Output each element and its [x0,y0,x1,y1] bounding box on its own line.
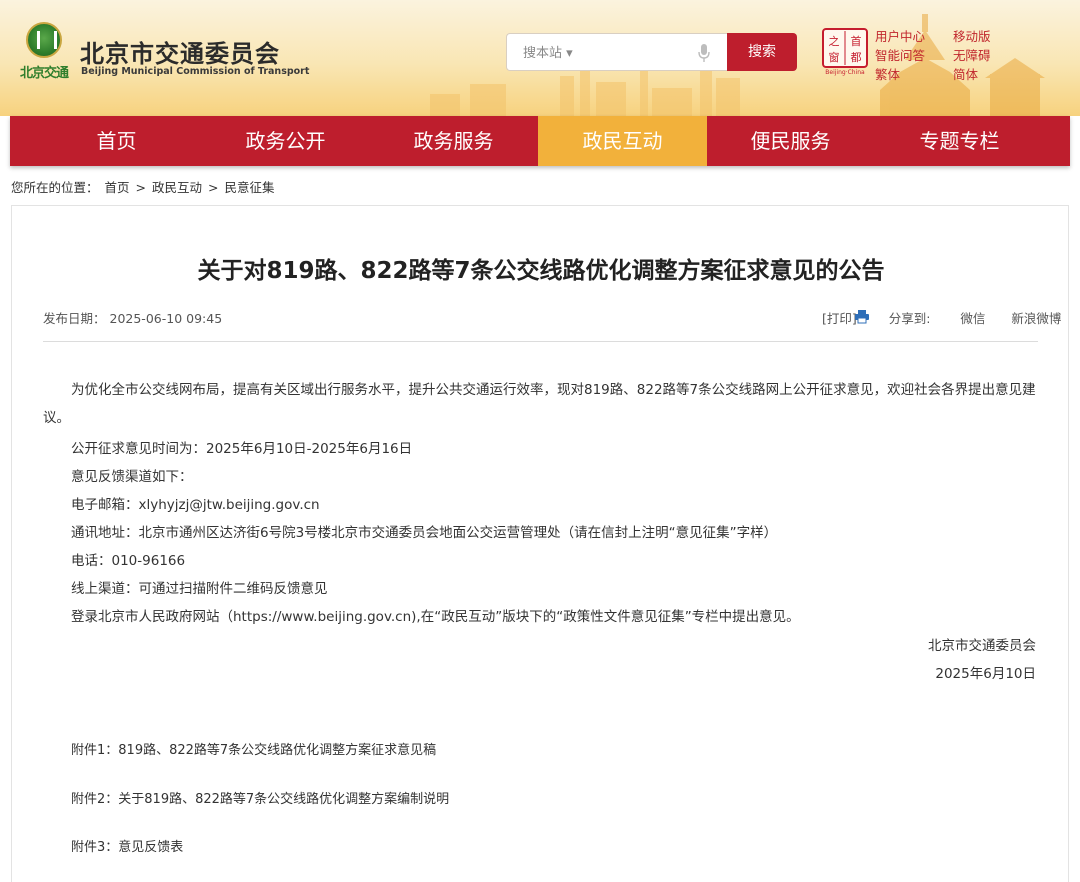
nav-home[interactable]: 首页 [32,116,201,166]
article-paragraph: 为优化全市公交线网布局，提高有关区域出行服务水平，提升公共交通运行效率，现对81… [43,382,1036,426]
feedback-phone: 电话：010-96166 [71,553,186,569]
print-link[interactable]: [打印] [822,311,857,326]
capital-logo-sub: Beijing·China [825,69,865,76]
breadcrumb-interaction[interactable]: 政民互动 [152,180,202,195]
site-header: 北京交通 北京市交通委员会 Beijing Municipal Commissi… [0,0,1080,116]
share-weibo-link[interactable]: 新浪微博 [1011,311,1061,326]
feedback-website: 登录北京市人民政府网站（https://www.beijing.gov.cn),… [71,609,800,625]
comment-period: 公开征求意见时间为：2025年6月10日-2025年6月16日 [71,441,413,457]
publish-date: 发布日期： 2025-06-10 09:45 [43,308,222,327]
capital-char-2: 首 [851,34,862,48]
share-label: 分享到: [888,311,931,326]
attachment-link-3[interactable]: 附件3：意见反馈表 [71,836,183,855]
share-wechat-link[interactable]: 微信 [960,311,985,326]
capital-char-4: 都 [851,51,862,64]
breadcrumb-separator: > [135,180,146,195]
microphone-icon[interactable] [698,43,710,63]
attachment-link-1[interactable]: 附件1：819路、822路等7条公交线路优化调整方案征求意见稿 [71,739,436,758]
simplified-chinese-link[interactable]: 简体 [953,64,978,83]
nav-government-services[interactable]: 政务服务 [369,116,538,166]
attachment-link-2[interactable]: 附件2：关于819路、822路等7条公交线路优化调整方案编制说明 [71,788,449,807]
logo-text: 北京交通 [19,66,69,81]
capital-char-3: 窗 [829,50,840,64]
breadcrumb-home[interactable]: 首页 [105,180,130,195]
signature-date: 2025年6月10日 [935,666,1036,682]
capital-char-1: 之 [829,34,840,48]
capital-window-icon: 之 首 窗 都 [822,28,868,68]
printer-icon[interactable] [854,309,870,324]
nav-public-interaction[interactable]: 政民互动 [538,116,707,166]
breadcrumb-separator: > [207,180,219,195]
org-name-cn: 北京市交通委员会 [80,40,280,68]
feedback-email: 电子邮箱：xlyhyjzj@jtw.beijing.gov.cn [71,497,320,513]
publish-date-value: 2025-06-10 09:45 [109,311,223,326]
signature-org: 北京市交通委员会 [928,638,1036,654]
nav-government-affairs[interactable]: 政务公开 [201,116,370,166]
publish-date-label: 发布日期： [43,311,106,326]
divider [43,341,1038,342]
nav-special-topics[interactable]: 专题专栏 [875,116,1044,166]
org-name-en: Beijing Municipal Commission of Transpor… [81,66,310,77]
capital-window-logo[interactable]: 之 首 窗 都 Beijing·China [822,28,868,76]
article-panel: 关于对819路、822路等7条公交线路优化调整方案征求意见的公告 发布日期： 2… [11,205,1069,882]
smart-qa-link[interactable]: 智能问答 [875,45,925,64]
breadcrumb: 您所在的位置： 首页 > 政民互动 > 民意征集 [11,177,276,196]
feedback-address: 通讯地址：北京市通州区达济街6号院3号楼北京市交通委员会地面公交运营管理处（请在… [71,525,778,541]
feedback-channels-heading: 意见反馈渠道如下： [71,469,193,485]
mobile-version-link[interactable]: 移动版 [953,26,991,45]
main-nav: 首页 政务公开 政务服务 政民互动 便民服务 专题专栏 [10,116,1070,166]
traditional-chinese-link[interactable]: 繁体 [875,64,900,83]
search-button[interactable]: 搜索 [727,33,797,71]
accessibility-link[interactable]: 无障碍 [953,45,991,64]
breadcrumb-opinion-collection[interactable]: 民意征集 [224,180,274,195]
breadcrumb-prefix: 您所在的位置： [11,180,99,195]
feedback-online: 线上渠道：可通过扫描附件二维码反馈意见 [71,581,328,597]
transport-emblem-icon [26,22,62,58]
article-title: 关于对819路、822路等7条公交线路优化调整方案征求意见的公告 [197,258,885,284]
site-logo[interactable]: 北京交通 [12,22,76,84]
user-center-link[interactable]: 用户中心 [875,26,925,45]
search-box [506,33,728,71]
nav-convenience-services[interactable]: 便民服务 [706,116,875,166]
search-input[interactable] [523,43,693,63]
